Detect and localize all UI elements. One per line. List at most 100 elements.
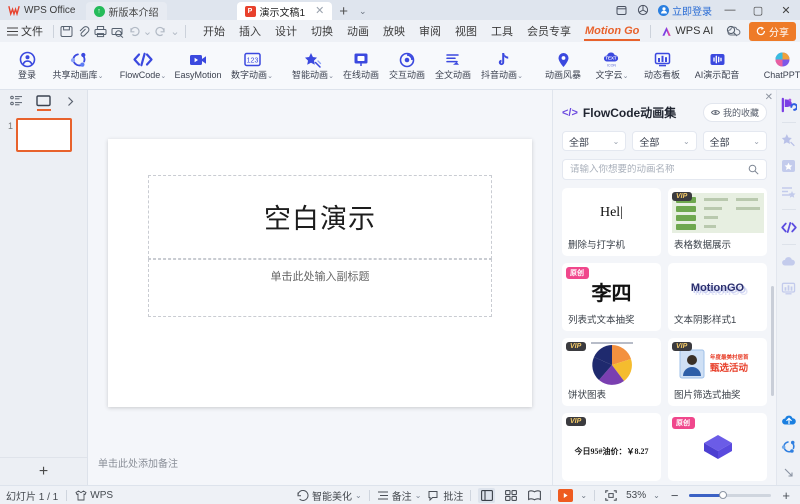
save-icon[interactable] [58, 23, 75, 40]
slide-sorter-icon[interactable] [502, 488, 519, 503]
animation-card[interactable]: VIP 表格数据展示 [668, 188, 767, 256]
play-options-caret[interactable]: ⌄ [580, 491, 587, 500]
tab-insert[interactable]: 插入 [232, 21, 268, 41]
chevron-down-icon[interactable]: ⌄ [143, 23, 152, 40]
redo-icon[interactable] [152, 23, 169, 40]
animation-card[interactable]: 原创 [668, 413, 767, 481]
ribbon-full-text-animation-button[interactable]: 全文动画 [430, 44, 476, 88]
magic-star-icon[interactable] [779, 131, 799, 149]
undo-icon[interactable] [126, 23, 143, 40]
ribbon-text-cloud-button[interactable]: TEXTICON 文字云⌄ [588, 44, 636, 88]
window-split-icon[interactable] [614, 3, 628, 17]
thumbnail-view-icon[interactable] [36, 94, 52, 109]
tab-design[interactable]: 设计 [268, 21, 304, 41]
ribbon-login-button[interactable]: 登录 [4, 44, 50, 88]
print-icon[interactable] [92, 23, 109, 40]
tab-start[interactable]: 开始 [196, 21, 232, 41]
chevron-down-icon[interactable]: ⌄ [355, 6, 373, 20]
subtitle-placeholder[interactable]: 单击此处输入副标题 [148, 259, 492, 317]
animation-card[interactable]: Hel| 删除与打字机 [562, 188, 661, 256]
resize-handle-icon[interactable] [779, 463, 799, 481]
zoom-level-label[interactable]: 53% [626, 490, 646, 501]
document-tab-1[interactable]: P 演示文稿1 ✕ [237, 2, 333, 20]
smart-beautify-button[interactable]: 智能美化 ⌄ [297, 488, 362, 503]
ribbon-easymotion-button[interactable]: EasyMotion [170, 44, 226, 88]
play-slideshow-button[interactable] [558, 489, 573, 502]
animation-card[interactable]: VIP 年度最美村居首 甄选活动 图片筛选式抽奖 [668, 338, 767, 406]
ribbon-flowcode-button[interactable]: FlowCode⌄ [116, 44, 170, 88]
my-favorites-button[interactable]: 我的收藏 [703, 103, 767, 122]
login-button[interactable]: 立即登录 [658, 3, 712, 18]
filter-category-select[interactable]: 全部 ⌄ [562, 131, 626, 151]
add-slide-button[interactable]: + [0, 457, 87, 485]
ribbon-dashboard-button[interactable]: 动态看板 [636, 44, 688, 88]
cloud-sync-icon[interactable] [725, 23, 742, 40]
animation-card[interactable]: VIP 今日95#油价：￥8.27 [562, 413, 661, 481]
tab-tools[interactable]: 工具 [484, 21, 520, 41]
zoom-knob[interactable] [719, 491, 727, 499]
globe-icon[interactable] [636, 3, 650, 17]
code-brackets-icon[interactable] [779, 218, 799, 236]
share-library-icon[interactable] [779, 437, 799, 455]
filter-type-select[interactable]: 全部 ⌄ [632, 131, 696, 151]
zoom-in-button[interactable]: + [778, 488, 794, 503]
panel-search-box[interactable] [562, 159, 767, 180]
notes-button[interactable]: 备注 ⌄ [377, 488, 422, 503]
animation-card[interactable]: VIP 饼状图表 [562, 338, 661, 406]
tab-view[interactable]: 视图 [448, 21, 484, 41]
new-tab-button[interactable]: + [332, 4, 355, 20]
slide-thumbnail-item[interactable]: 1 [0, 118, 87, 152]
reading-view-icon[interactable] [526, 488, 543, 503]
ribbon-interactive-animation-button[interactable]: 交互动画 [384, 44, 430, 88]
zoom-options-caret[interactable]: ⌄ [653, 491, 660, 500]
panel-scrollbar[interactable] [771, 286, 774, 396]
search-input[interactable] [570, 164, 720, 175]
zoom-out-button[interactable]: − [667, 488, 683, 503]
print-preview-icon[interactable] [109, 23, 126, 40]
attach-icon[interactable] [75, 23, 92, 40]
tab-animation[interactable]: 动画 [340, 21, 376, 41]
ribbon-shared-library-button[interactable]: 共享动画库⌄ [50, 44, 106, 88]
collapse-panel-icon[interactable] [63, 94, 79, 109]
minimize-button[interactable]: — [720, 0, 740, 20]
ribbon-digit-animation-button[interactable]: 123 数字动画⌄ [226, 44, 278, 88]
zoom-slider[interactable] [689, 494, 771, 497]
fit-to-window-icon[interactable] [602, 488, 619, 503]
tab-slideshow[interactable]: 放映 [376, 21, 412, 41]
comment-button[interactable]: 批注 [428, 488, 463, 503]
tab-transition[interactable]: 切换 [304, 21, 340, 41]
tab-member[interactable]: 会员专享 [520, 21, 578, 41]
file-menu-button[interactable]: 文件 [4, 23, 49, 39]
notes-pane[interactable]: 单击此处添加备注 [88, 455, 552, 485]
cloud-upload-icon[interactable] [779, 411, 799, 429]
ribbon-douyin-animation-button[interactable]: 抖音动画⌄ [476, 44, 528, 88]
ribbon-online-animation-button[interactable]: 在线动画 [338, 44, 384, 88]
zoom-track[interactable] [689, 494, 771, 497]
wps-indicator[interactable]: WPS [75, 490, 113, 501]
ribbon-ai-voice-button[interactable]: AI演示配音 [688, 44, 746, 88]
customize-caret-icon[interactable]: ⌄ [169, 23, 181, 40]
tab-review[interactable]: 审阅 [412, 21, 448, 41]
filter-style-select[interactable]: 全部 ⌄ [703, 131, 767, 151]
tab-motion-go[interactable]: Motion Go [578, 23, 646, 39]
close-tab-icon[interactable]: ✕ [315, 6, 324, 17]
card-star-icon[interactable] [779, 157, 799, 175]
cloud-icon[interactable] [779, 253, 799, 271]
ribbon-smart-animation-button[interactable]: 智能动画⌄ [288, 44, 338, 88]
outline-view-icon[interactable] [9, 94, 25, 109]
close-window-button[interactable]: ✕ [776, 0, 796, 20]
dashboard-icon[interactable] [779, 279, 799, 297]
share-button[interactable]: 分享 [749, 22, 796, 41]
normal-view-icon[interactable] [478, 488, 495, 503]
animation-card[interactable]: MotionGO 文本阴影样式1 [668, 263, 767, 331]
current-slide[interactable]: 空白演示 单击此处输入副标题 [108, 139, 532, 407]
list-star-icon[interactable] [779, 183, 799, 201]
title-placeholder[interactable]: 空白演示 [148, 175, 492, 259]
search-icon[interactable] [748, 164, 759, 175]
motiongo-logo-icon[interactable] [779, 96, 799, 114]
document-tab-0[interactable]: ↑ 新版本介绍 [86, 2, 167, 20]
close-panel-icon[interactable]: ✕ [765, 92, 773, 103]
ribbon-chatppt-button[interactable]: ChatPPT [756, 44, 800, 88]
maximize-button[interactable]: ▢ [748, 0, 768, 20]
slide-thumbnail[interactable] [16, 118, 72, 152]
